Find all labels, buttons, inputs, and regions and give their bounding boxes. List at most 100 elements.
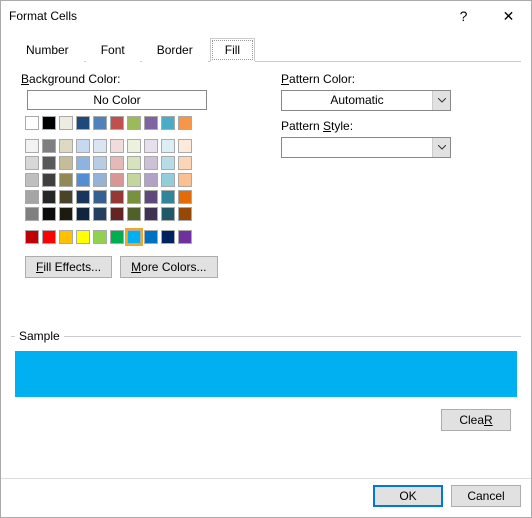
pattern-style-label: Pattern Style:: [281, 119, 521, 133]
color-swatch[interactable]: [25, 207, 39, 221]
fill-effects-button[interactable]: Fill Effects...: [25, 256, 112, 278]
color-swatch[interactable]: [127, 156, 141, 170]
color-swatch[interactable]: [25, 173, 39, 187]
format-cells-dialog: Format Cells ? ✕ Number Font Border Fill…: [0, 0, 532, 518]
color-swatch[interactable]: [144, 173, 158, 187]
color-swatch[interactable]: [127, 190, 141, 204]
color-swatch[interactable]: [25, 116, 39, 130]
color-swatch[interactable]: [161, 156, 175, 170]
color-swatch[interactable]: [42, 230, 56, 244]
color-swatch[interactable]: [161, 190, 175, 204]
color-swatch[interactable]: [25, 190, 39, 204]
tab-fill[interactable]: Fill: [210, 38, 255, 62]
color-swatch[interactable]: [59, 156, 73, 170]
tab-font[interactable]: Font: [86, 38, 140, 62]
dialog-footer: OK Cancel: [1, 478, 531, 517]
color-swatch[interactable]: [161, 173, 175, 187]
more-colors-button[interactable]: More Colors...: [120, 256, 217, 278]
color-swatch[interactable]: [93, 207, 107, 221]
color-swatch[interactable]: [161, 207, 175, 221]
pattern-style-dropdown[interactable]: [281, 137, 451, 158]
color-swatch[interactable]: [144, 190, 158, 204]
background-color-label: Background Color:: [21, 72, 245, 86]
color-swatch[interactable]: [25, 230, 39, 244]
color-swatch[interactable]: [178, 156, 192, 170]
color-swatch[interactable]: [178, 173, 192, 187]
background-color-section: Background Color: No Color Fill Effects.…: [21, 72, 245, 278]
color-swatch[interactable]: [93, 156, 107, 170]
tab-strip: Number Font Border Fill: [11, 37, 521, 62]
color-swatch[interactable]: [76, 116, 90, 130]
color-swatch[interactable]: [127, 116, 141, 130]
color-swatch[interactable]: [59, 207, 73, 221]
title-bar: Format Cells ? ✕: [1, 1, 531, 31]
color-swatch[interactable]: [144, 207, 158, 221]
theme-color-row: [21, 116, 245, 130]
color-swatch[interactable]: [25, 139, 39, 153]
color-swatch[interactable]: [110, 190, 124, 204]
color-swatch[interactable]: [127, 139, 141, 153]
help-button[interactable]: ?: [441, 1, 486, 31]
pattern-color-dropdown[interactable]: Automatic: [281, 90, 451, 111]
color-swatch[interactable]: [76, 156, 90, 170]
color-swatch[interactable]: [144, 230, 158, 244]
dialog-title: Format Cells: [9, 9, 441, 23]
tab-number[interactable]: Number: [11, 38, 84, 62]
color-swatch[interactable]: [76, 139, 90, 153]
color-swatch[interactable]: [178, 230, 192, 244]
color-swatch[interactable]: [59, 116, 73, 130]
color-swatch[interactable]: [178, 190, 192, 204]
color-swatch[interactable]: [127, 207, 141, 221]
color-swatch[interactable]: [110, 207, 124, 221]
color-swatch[interactable]: [76, 207, 90, 221]
cancel-button[interactable]: Cancel: [451, 485, 521, 507]
color-swatch[interactable]: [178, 139, 192, 153]
chevron-down-icon: [432, 91, 450, 110]
color-swatch[interactable]: [42, 139, 56, 153]
chevron-down-icon: [432, 138, 450, 157]
color-swatch[interactable]: [178, 207, 192, 221]
color-swatch[interactable]: [127, 230, 141, 244]
color-swatch[interactable]: [42, 173, 56, 187]
color-swatch[interactable]: [59, 139, 73, 153]
color-swatch[interactable]: [178, 116, 192, 130]
color-swatch[interactable]: [93, 190, 107, 204]
color-swatch[interactable]: [76, 173, 90, 187]
color-swatch[interactable]: [161, 116, 175, 130]
sample-label: Sample: [15, 329, 64, 343]
color-swatch[interactable]: [76, 190, 90, 204]
color-swatch[interactable]: [110, 230, 124, 244]
sample-group: Sample: [11, 336, 521, 401]
color-swatch[interactable]: [144, 139, 158, 153]
color-swatch[interactable]: [42, 156, 56, 170]
color-swatch[interactable]: [59, 190, 73, 204]
color-swatch[interactable]: [59, 230, 73, 244]
no-color-button[interactable]: No Color: [27, 90, 207, 110]
color-swatch[interactable]: [110, 173, 124, 187]
ok-button[interactable]: OK: [373, 485, 443, 507]
color-swatch[interactable]: [161, 230, 175, 244]
dialog-body: Number Font Border Fill Background Color…: [1, 31, 531, 478]
color-swatch[interactable]: [25, 156, 39, 170]
color-swatch[interactable]: [93, 173, 107, 187]
close-button[interactable]: ✕: [486, 1, 531, 31]
color-swatch[interactable]: [93, 116, 107, 130]
color-swatch[interactable]: [161, 139, 175, 153]
color-swatch[interactable]: [127, 173, 141, 187]
color-swatch[interactable]: [42, 116, 56, 130]
color-swatch[interactable]: [59, 173, 73, 187]
color-swatch[interactable]: [76, 230, 90, 244]
tab-border[interactable]: Border: [142, 38, 208, 62]
color-swatch[interactable]: [110, 139, 124, 153]
color-swatch[interactable]: [93, 139, 107, 153]
color-swatch[interactable]: [144, 156, 158, 170]
clear-button[interactable]: CleaR: [441, 409, 511, 431]
standard-color-row: [21, 230, 245, 244]
color-swatch[interactable]: [93, 230, 107, 244]
color-swatch[interactable]: [42, 190, 56, 204]
pattern-color-label: Pattern Color:: [281, 72, 521, 86]
color-swatch[interactable]: [110, 116, 124, 130]
color-swatch[interactable]: [42, 207, 56, 221]
color-swatch[interactable]: [110, 156, 124, 170]
color-swatch[interactable]: [144, 116, 158, 130]
